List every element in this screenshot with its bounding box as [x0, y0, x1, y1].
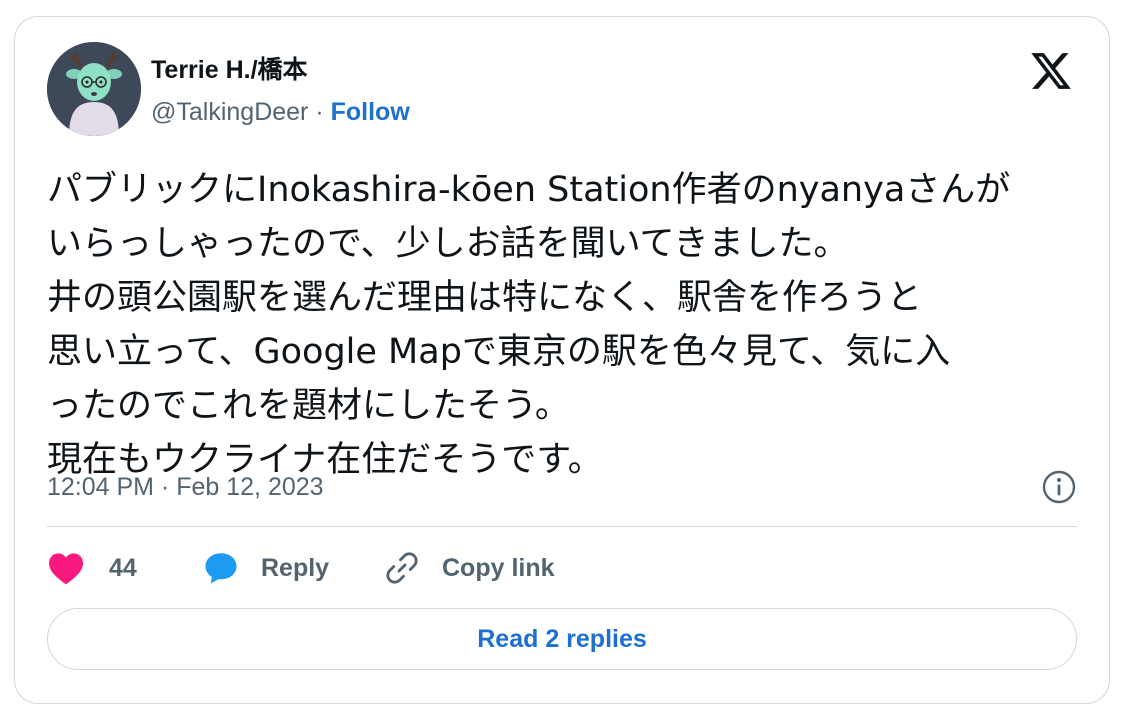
x-logo-icon[interactable] [1029, 49, 1073, 93]
like-count: 44 [109, 553, 137, 582]
tweet-card: Terrie H./橋本 @TalkingDeer · Follow パブリック… [14, 16, 1110, 704]
like-button[interactable]: 44 [47, 547, 137, 589]
author-handle-row: @TalkingDeer · Follow [151, 97, 410, 127]
tweet-line: 思い立って、Google Mapで東京の駅を色々見て、気に入 [47, 332, 951, 372]
link-icon [386, 552, 418, 584]
reply-button[interactable]: Reply [203, 547, 329, 589]
speech-bubble-icon [205, 553, 237, 584]
copy-link-button[interactable]: Copy link [384, 547, 555, 589]
read-replies-button[interactable]: Read 2 replies [47, 608, 1077, 670]
divider [47, 526, 1077, 527]
author-handle[interactable]: @TalkingDeer [151, 98, 308, 126]
deer-avatar-icon [47, 42, 141, 136]
tweet-line: ったのでこれを題材にしたそう。 [47, 386, 570, 426]
copy-link-label: Copy link [442, 553, 555, 582]
follow-button[interactable]: Follow [331, 98, 410, 126]
author-avatar[interactable] [47, 42, 141, 136]
heart-icon [49, 553, 83, 585]
tweet-text: パブリックにInokashira-kōen Station作者のnyanyaさん… [47, 163, 1087, 487]
tweet-line: 井の頭公園駅を選んだ理由は特になく、駅舎を作ろうと [47, 278, 923, 318]
tweet-timestamp[interactable]: 12:04 PM · Feb 12, 2023 [47, 472, 324, 502]
tweet-line: いらっしゃったので、少しお話を聞いてきました。 [47, 224, 849, 264]
separator-dot: · [315, 98, 324, 126]
tweet-line: パブリックにInokashira-kōen Station作者のnyanyaさん… [47, 170, 1011, 210]
reply-label: Reply [261, 553, 330, 582]
info-icon[interactable] [1041, 469, 1077, 505]
author-display-name[interactable]: Terrie H./橋本 [151, 55, 308, 85]
